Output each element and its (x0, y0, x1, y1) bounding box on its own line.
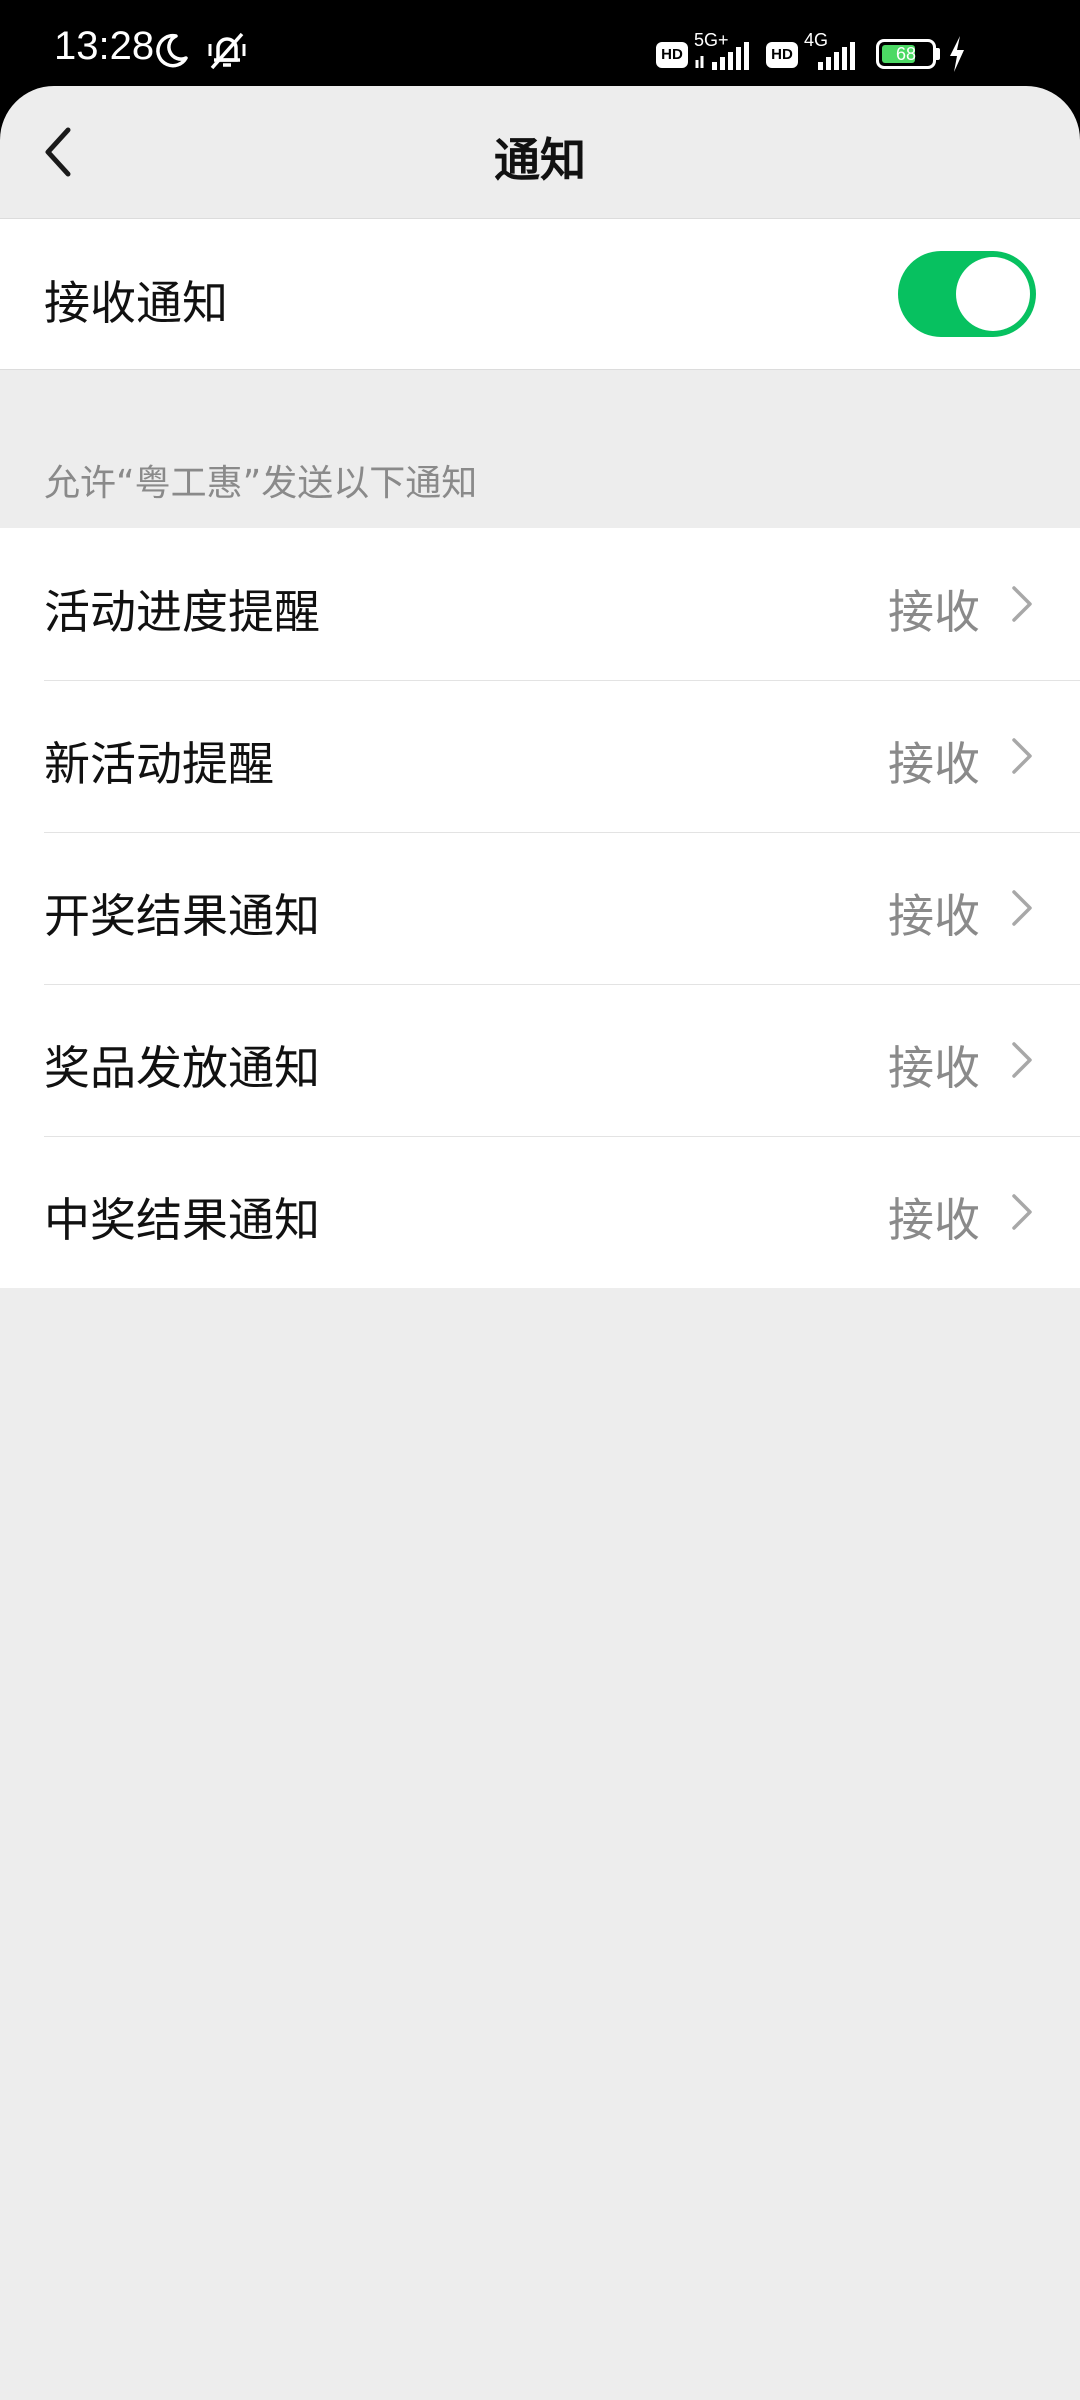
list-item-value: 接收 (888, 737, 980, 791)
receive-notifications-toggle[interactable] (898, 251, 1036, 337)
moon-icon (156, 33, 188, 68)
notification-type-list: 活动进度提醒 接收 新活动提醒 接收 开奖结果通知 接收 奖品发放通知 接收 中… (0, 528, 1080, 1288)
hd-icon: HD (656, 42, 688, 68)
list-item[interactable]: 新活动提醒 接收 (0, 680, 1080, 832)
list-item-label: 中奖结果通知 (44, 1193, 320, 1247)
chevron-right-icon (1012, 1042, 1032, 1078)
signal-5g-icon (695, 42, 749, 70)
battery-icon: 68 (876, 39, 936, 69)
list-item-value: 接收 (888, 1041, 980, 1095)
list-item-value: 接收 (888, 1193, 980, 1247)
list-item[interactable]: 开奖结果通知 接收 (0, 832, 1080, 984)
list-item[interactable]: 活动进度提醒 接收 (0, 528, 1080, 680)
list-item-value: 接收 (888, 889, 980, 943)
status-bar: 13:28 HD 5G+ HD 4G 68 (0, 0, 1080, 100)
chevron-right-icon (1012, 738, 1032, 774)
list-item-label: 开奖结果通知 (44, 889, 320, 943)
chevron-right-icon (1012, 1194, 1032, 1230)
notification-settings-page: 通知 接收通知 允许“粤工惠”发送以下通知 活动进度提醒 接收 新活动提醒 接收… (0, 86, 1080, 2400)
toggle-knob (956, 257, 1030, 331)
battery-cap (936, 48, 940, 60)
battery-percent: 68 (895, 44, 917, 64)
list-item-label: 奖品发放通知 (44, 1041, 320, 1095)
list-item-value: 接收 (888, 585, 980, 639)
chevron-right-icon (1012, 890, 1032, 926)
hd-icon: HD (766, 42, 798, 68)
receive-notifications-row: 接收通知 (0, 218, 1080, 370)
status-time: 13:28 (54, 24, 155, 68)
charging-icon (950, 36, 964, 72)
signal-4g-icon (818, 42, 855, 70)
navbar: 通知 (0, 86, 1080, 218)
chevron-right-icon (1012, 586, 1032, 622)
list-item-label: 活动进度提醒 (44, 585, 320, 639)
bell-muted-icon (208, 32, 246, 70)
list-item[interactable]: 奖品发放通知 接收 (0, 984, 1080, 1136)
list-item-label: 新活动提醒 (44, 737, 274, 791)
section-caption: 允许“粤工惠”发送以下通知 (44, 463, 478, 504)
page-title: 通知 (494, 133, 586, 187)
receive-notifications-label: 接收通知 (44, 276, 228, 330)
list-item[interactable]: 中奖结果通知 接收 (0, 1136, 1080, 1288)
status-right-cluster: HD 5G+ HD 4G 68 (640, 30, 1060, 78)
